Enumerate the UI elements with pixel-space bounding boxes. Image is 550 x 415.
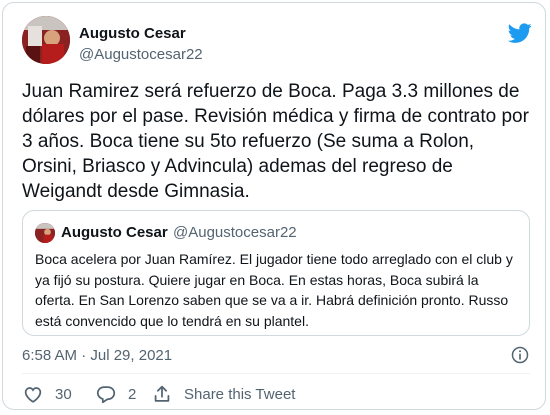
reply-count: 2 [128,385,137,403]
share-label: Share this Tweet [184,385,296,403]
heart-icon [24,387,42,403]
avatar[interactable] [22,16,70,64]
author-name[interactable]: Augusto Cesar [79,25,186,42]
share-icon [154,385,170,402]
info-icon[interactable] [510,345,530,365]
reply-button[interactable]: 2 [95,383,136,405]
tweet-timestamp[interactable]: 6:58 AM · Jul 29, 2021 [22,347,172,364]
tweet-text: Juan Ramirez será refuerzo de Boca. Paga… [22,81,529,202]
quoted-author-handle: @Augustocesar22 [173,224,297,241]
divider [22,373,530,374]
tweet-card: Augusto Cesar @Augustocesar22 Juan Ramir… [2,2,546,410]
like-button[interactable]: 30 [22,383,72,405]
quoted-author-name: Augusto Cesar [61,224,168,241]
author-handle[interactable]: @Augustocesar22 [79,46,203,63]
quoted-text: Boca acelera por Juan Ramírez. El jugado… [35,251,513,329]
like-count: 30 [55,385,72,403]
quoted-tweet[interactable]: Augusto Cesar @Augustocesar22 Boca acele… [22,210,530,336]
reply-bubble-icon [96,386,116,404]
twitter-bird-icon[interactable] [508,21,532,45]
quoted-avatar [35,223,55,243]
share-button[interactable]: Share this Tweet [151,383,295,405]
